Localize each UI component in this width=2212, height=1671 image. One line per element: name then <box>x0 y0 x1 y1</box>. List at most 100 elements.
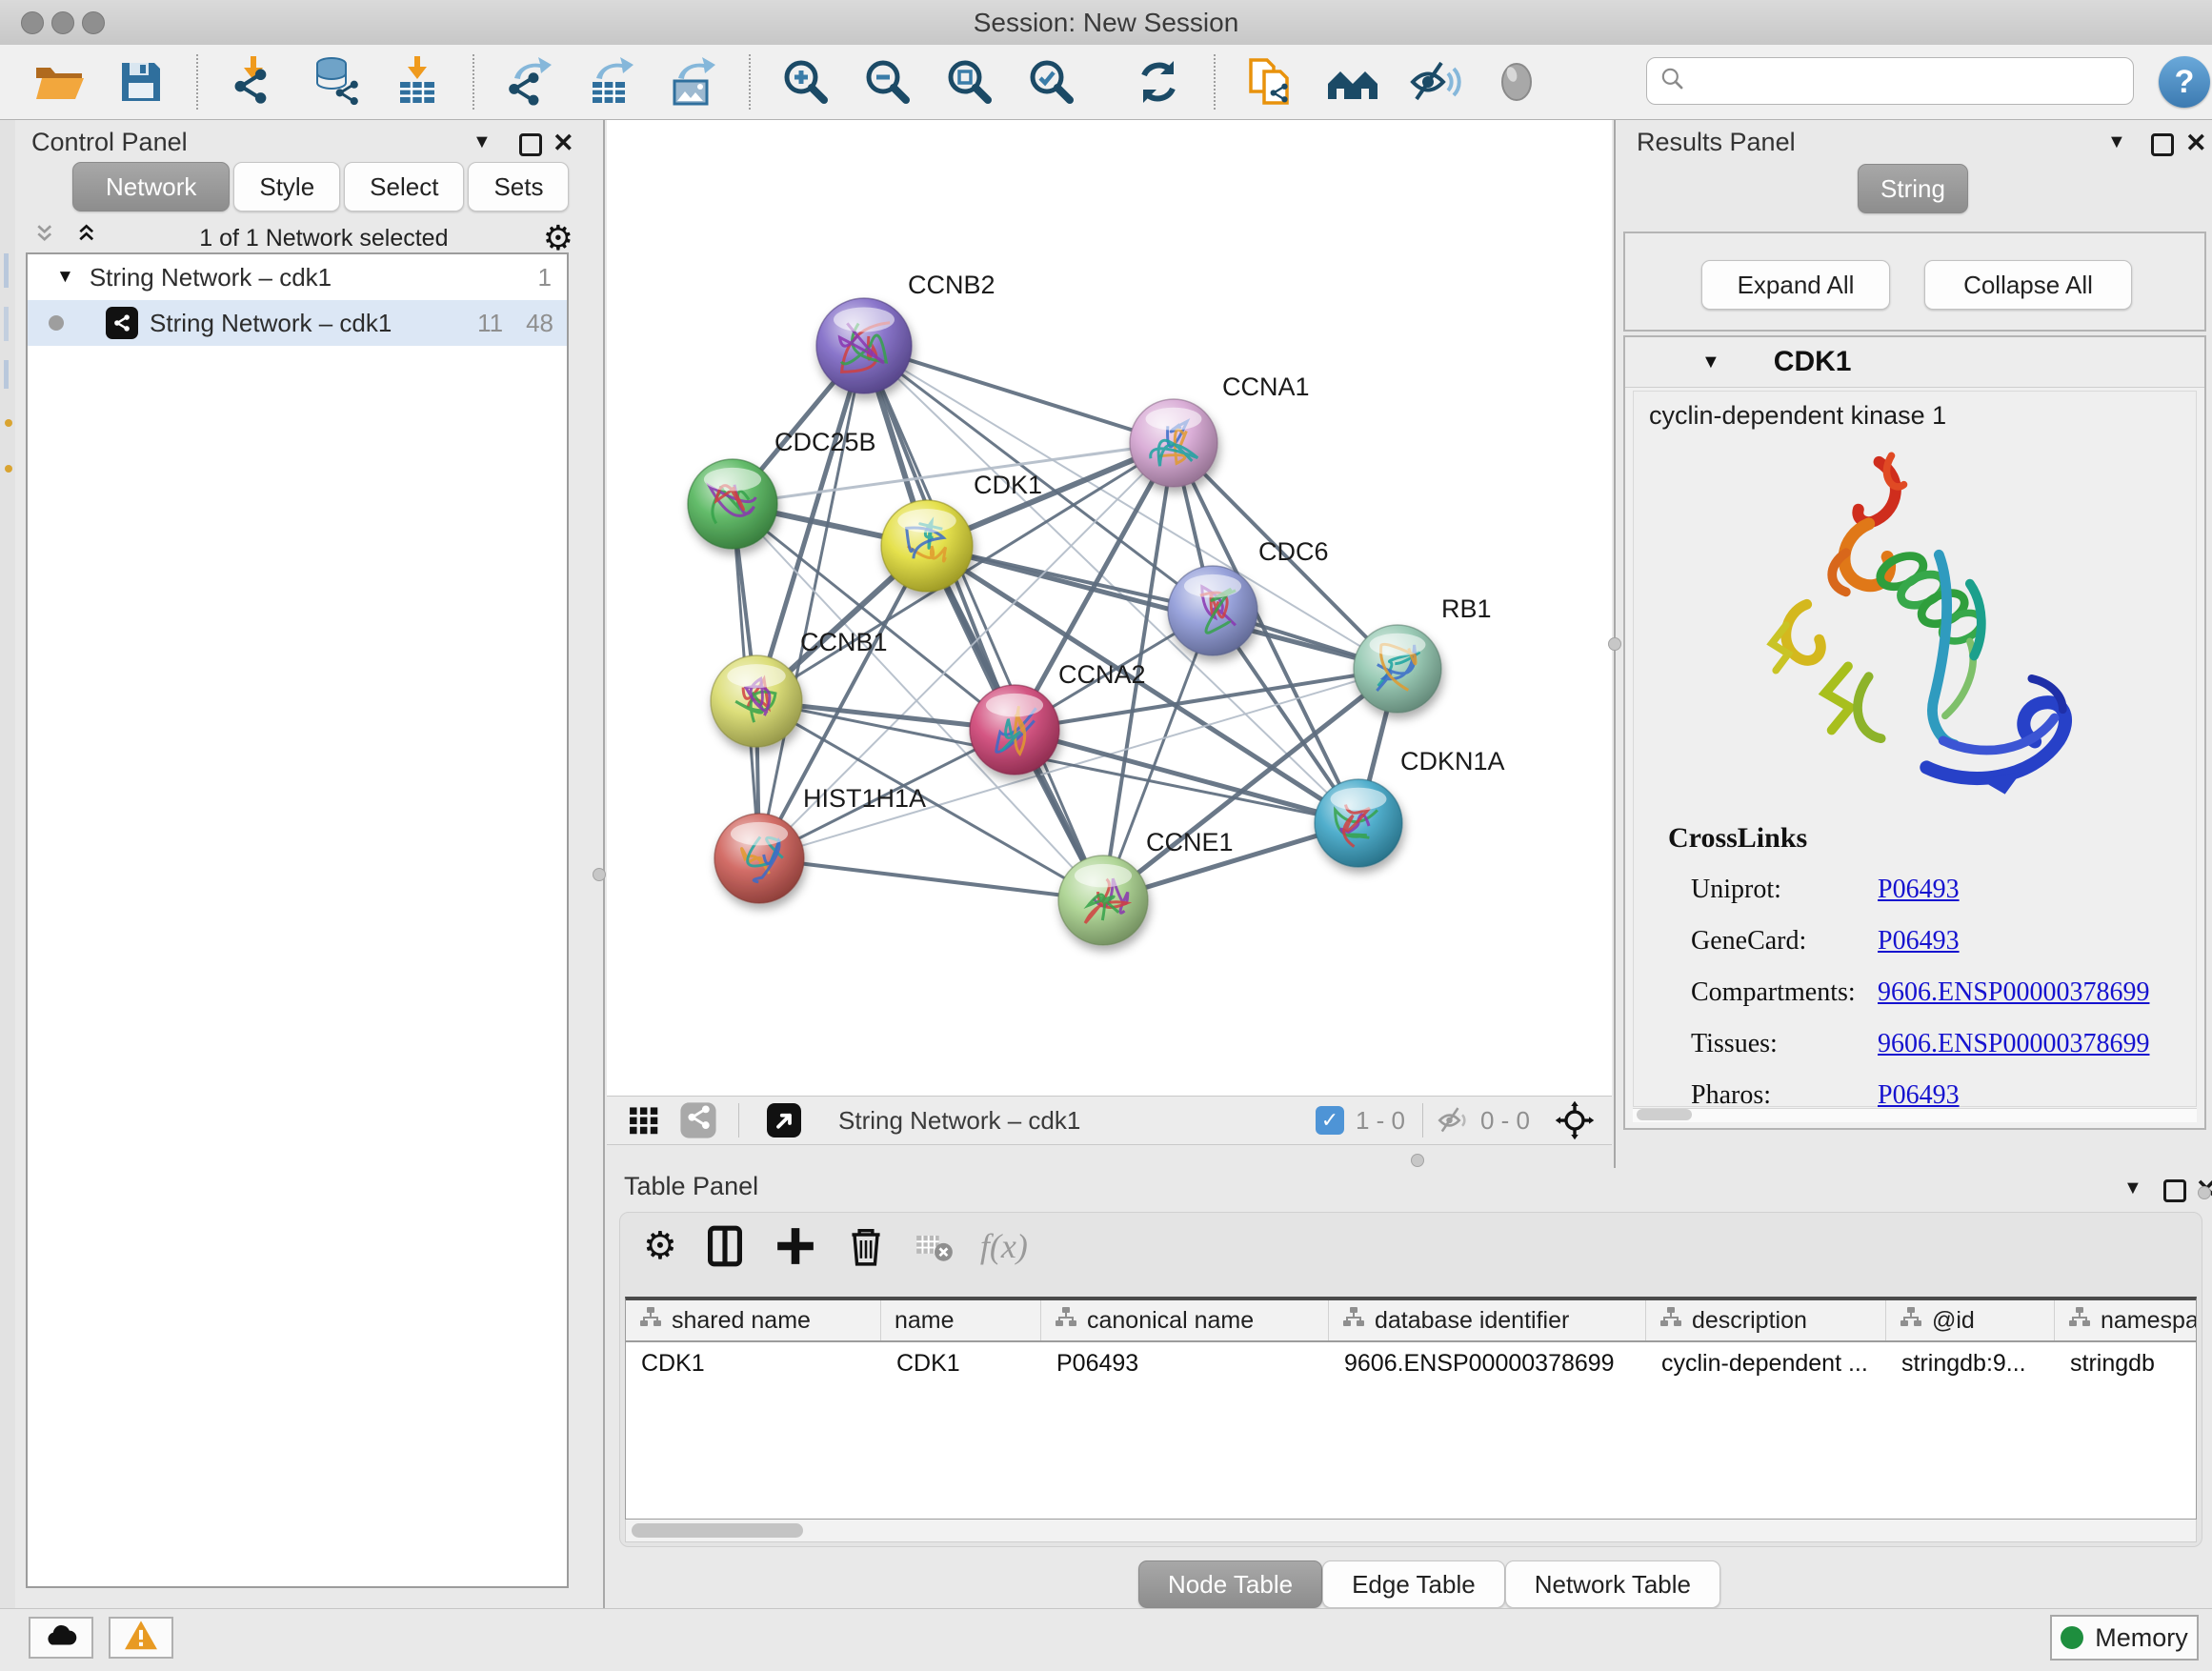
copy-network-icon[interactable] <box>1244 55 1297 109</box>
network-node-CDKN1A[interactable]: CDKN1A <box>1315 747 1505 867</box>
table-cell[interactable]: 9606.ENSP00000378699 <box>1329 1342 1646 1384</box>
splitter-handle[interactable] <box>1608 637 1621 651</box>
selected-checkbox-icon[interactable]: ✓ <box>1316 1106 1344 1135</box>
results-scrollbar-thumb[interactable] <box>1637 1109 1692 1120</box>
network-edge[interactable] <box>864 346 1174 443</box>
first-neighbors-icon[interactable] <box>1326 55 1379 109</box>
network-node-CCNB2[interactable]: CCNB2 <box>816 271 995 393</box>
table-cell[interactable]: CDK1 <box>881 1342 1041 1384</box>
control-panel-collapse-icon[interactable]: ▼ <box>473 131 492 153</box>
protein-section-header[interactable]: ▼ CDK1 <box>1625 337 2204 388</box>
network-node-CCNA1[interactable]: CCNA1 <box>1130 372 1310 487</box>
tab-style[interactable]: Style <box>233 162 340 211</box>
tab-select[interactable]: Select <box>344 162 464 211</box>
results-scrollbar-track[interactable] <box>1633 1108 2197 1122</box>
import-table-icon[interactable] <box>391 55 444 109</box>
results-panel-collapse-icon[interactable]: ▼ <box>2107 131 2126 153</box>
tab-sets[interactable]: Sets <box>468 162 569 211</box>
protein-expander-icon[interactable]: ▼ <box>1701 352 1720 373</box>
hide-selected-icon[interactable] <box>1408 55 1461 109</box>
open-session-icon[interactable] <box>32 55 86 109</box>
splitter-handle[interactable] <box>593 868 606 881</box>
crosslink-value-link[interactable]: P06493 <box>1878 875 1960 905</box>
import-network-database-icon[interactable] <box>309 55 362 109</box>
table-cell[interactable]: P06493 <box>1041 1342 1329 1384</box>
tab-network[interactable]: Network <box>72 162 230 211</box>
memory-button[interactable]: Memory <box>2050 1615 2199 1661</box>
network-edge[interactable] <box>1015 730 1358 823</box>
help-button[interactable]: ? <box>2159 56 2210 108</box>
import-network-file-icon[interactable] <box>227 55 280 109</box>
add-column-icon[interactable] <box>773 1223 818 1269</box>
table-panel-collapse-icon[interactable]: ▼ <box>2123 1178 2142 1199</box>
zoom-selected-icon[interactable] <box>1025 55 1078 109</box>
crosslink-value-link[interactable]: 9606.ENSP00000378699 <box>1878 977 2149 1008</box>
results-panel-float-icon[interactable] <box>2151 133 2174 156</box>
crosshair-icon[interactable] <box>1555 1100 1595 1140</box>
tab-node-table[interactable]: Node Table <box>1138 1560 1322 1608</box>
column-header-name[interactable]: name <box>881 1300 1041 1340</box>
network-node-CDK1[interactable]: CDK1 <box>881 471 1042 592</box>
column-header-shared-name[interactable]: shared name <box>626 1300 881 1340</box>
delete-column-icon[interactable] <box>843 1223 889 1269</box>
control-panel-close-icon[interactable]: ✕ <box>553 129 574 158</box>
crosslink-value-link[interactable]: 9606.ENSP00000378699 <box>1878 1029 2149 1059</box>
tab-edge-table[interactable]: Edge Table <box>1322 1560 1505 1608</box>
column-header-description[interactable]: description <box>1646 1300 1886 1340</box>
table-cell[interactable]: cyclin-dependent ... <box>1646 1342 1886 1384</box>
table-cell[interactable]: stringdb <box>2055 1342 2197 1384</box>
splitter-handle[interactable] <box>1411 1154 1424 1167</box>
table-panel-float-icon[interactable] <box>2163 1179 2186 1202</box>
search-icon <box>1659 65 1687 98</box>
network-edge[interactable] <box>759 346 864 858</box>
expand-all-button[interactable]: Expand All <box>1701 260 1890 310</box>
zoom-fit-icon[interactable] <box>943 55 996 109</box>
export-image-icon[interactable] <box>667 55 720 109</box>
table-row[interactable]: CDK1CDK1P064939606.ENSP00000378699cyclin… <box>626 1342 2196 1384</box>
birdseye-view-icon[interactable] <box>764 1100 804 1140</box>
collapse-all-networks-icon[interactable] <box>34 222 63 255</box>
control-panel-float-icon[interactable] <box>519 133 542 156</box>
network-collection-row[interactable]: ▼ String Network – cdk1 1 <box>28 254 567 300</box>
tree-expander-icon[interactable]: ▼ <box>56 267 74 288</box>
network-canvas[interactable]: CCNB2 CCNA1 CDC25B CDK1 CDC6 RB1 CCNB1 C… <box>607 120 1612 1096</box>
show-columns-icon[interactable] <box>702 1223 748 1269</box>
table-cell[interactable]: CDK1 <box>626 1342 881 1384</box>
export-table-icon[interactable] <box>585 55 638 109</box>
table-scrollbar-thumb[interactable] <box>632 1523 803 1538</box>
splitter-handle[interactable] <box>2198 1186 2211 1199</box>
crosslink-value-link[interactable]: P06493 <box>1878 926 1960 956</box>
zoom-in-icon[interactable] <box>779 55 833 109</box>
show-all-icon[interactable] <box>1490 55 1543 109</box>
save-session-icon[interactable] <box>114 55 168 109</box>
automation-cloud-button[interactable] <box>29 1617 93 1659</box>
table-cell[interactable]: stringdb:9... <box>1886 1342 2055 1384</box>
column-header-namespace[interactable]: namespace <box>2055 1300 2197 1340</box>
network-overview-icon[interactable] <box>679 1101 717 1139</box>
hidden-items-icon[interactable] <box>1437 1103 1471 1137</box>
collapse-all-button[interactable]: Collapse All <box>1924 260 2132 310</box>
expand-all-networks-icon[interactable] <box>76 222 105 255</box>
column-header-database-identifier[interactable]: database identifier <box>1329 1300 1646 1340</box>
network-node-RB1[interactable]: RB1 <box>1354 594 1492 713</box>
table-scrollbar-track[interactable] <box>625 1520 2197 1542</box>
export-network-icon[interactable] <box>503 55 556 109</box>
table-settings-icon[interactable]: ⚙ <box>643 1227 677 1265</box>
column-header--id[interactable]: @id <box>1886 1300 2055 1340</box>
column-header-canonical-name[interactable]: canonical name <box>1041 1300 1329 1340</box>
network-node-CCNE1[interactable]: CCNE1 <box>1058 828 1234 945</box>
results-panel-close-icon[interactable]: ✕ <box>2185 129 2207 158</box>
crosslink-value-link[interactable]: P06493 <box>1878 1080 1960 1111</box>
warnings-button[interactable] <box>109 1617 173 1659</box>
tab-string[interactable]: String <box>1858 164 1968 213</box>
network-node-CCNB1[interactable]: CCNB1 <box>711 628 888 747</box>
grid-view-icon[interactable] <box>626 1102 662 1138</box>
network-options-gear-icon[interactable]: ⚙ <box>543 221 573 255</box>
zoom-out-icon[interactable] <box>861 55 915 109</box>
network-node-HIST1H1A[interactable]: HIST1H1A <box>714 784 926 903</box>
search-input[interactable] <box>1695 66 2118 97</box>
network-edge[interactable] <box>759 858 1103 900</box>
refresh-view-icon[interactable] <box>1132 55 1185 109</box>
network-row[interactable]: String Network – cdk1 11 48 <box>28 300 567 346</box>
tab-network-table[interactable]: Network Table <box>1505 1560 1720 1608</box>
